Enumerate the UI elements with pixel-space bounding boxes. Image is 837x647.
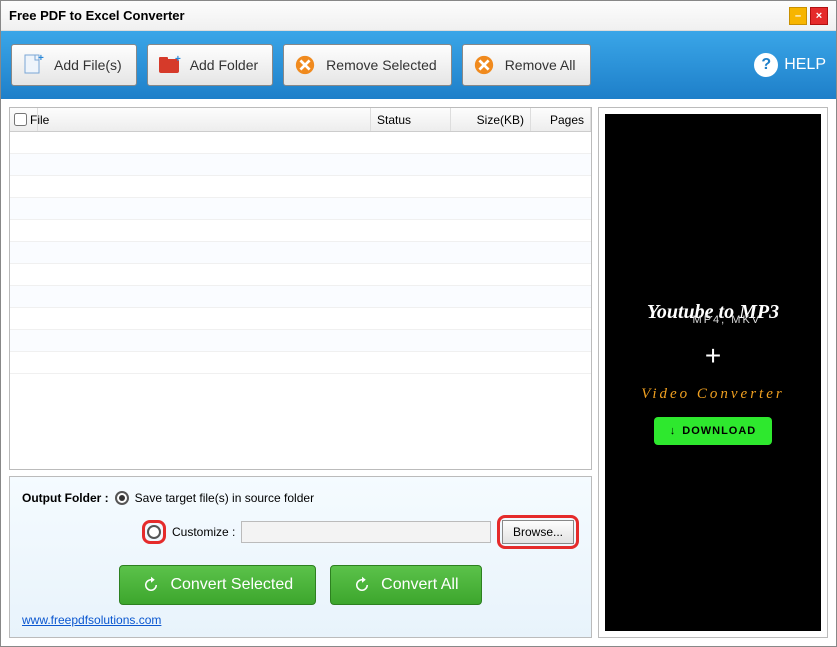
website-link[interactable]: www.freepdfsolutions.com xyxy=(22,613,161,627)
column-status[interactable]: Status xyxy=(371,108,451,131)
ad-download-label: DOWNLOAD xyxy=(682,425,756,437)
column-file-spacer[interactable] xyxy=(38,108,371,131)
toolbar: + Add File(s) + Add Folder Remove Select… xyxy=(1,31,836,99)
convert-all-button[interactable]: Convert All xyxy=(330,565,481,605)
column-size[interactable]: Size(KB) xyxy=(451,108,531,131)
table-row xyxy=(10,154,591,176)
convert-row: Convert Selected Convert All xyxy=(22,565,579,605)
browse-button[interactable]: Browse... xyxy=(502,520,574,544)
remove-all-icon xyxy=(471,52,497,78)
column-pages[interactable]: Pages xyxy=(531,108,591,131)
table-row xyxy=(10,330,591,352)
grid-header: File Status Size(KB) Pages xyxy=(10,108,591,132)
highlight-ring-radio xyxy=(142,520,166,544)
file-grid: File Status Size(KB) Pages xyxy=(9,107,592,470)
table-row xyxy=(10,220,591,242)
file-add-icon: + xyxy=(20,52,46,78)
radio-save-source[interactable] xyxy=(115,491,129,505)
output-folder-label: Output Folder : xyxy=(22,491,109,505)
ad-download-button[interactable]: ↓ DOWNLOAD xyxy=(654,417,773,445)
save-source-label: Save target file(s) in source folder xyxy=(135,491,314,505)
grid-body[interactable] xyxy=(10,132,591,469)
select-all-checkbox[interactable] xyxy=(14,113,27,126)
ad-content[interactable]: Youtube to MP3 MP4, MKV + Video Converte… xyxy=(605,114,821,631)
remove-all-button[interactable]: Remove All xyxy=(462,44,591,86)
convert-selected-label: Convert Selected xyxy=(170,576,293,594)
ad-videoconv: Video Converter xyxy=(641,386,784,403)
table-row xyxy=(10,286,591,308)
window-title: Free PDF to Excel Converter xyxy=(9,8,786,23)
output-panel: Output Folder : Save target file(s) in s… xyxy=(9,476,592,638)
output-folder-row: Output Folder : Save target file(s) in s… xyxy=(22,491,579,505)
app-window: Free PDF to Excel Converter – × + Add Fi… xyxy=(0,0,837,647)
help-button[interactable]: ? HELP xyxy=(754,53,826,77)
content-area: File Status Size(KB) Pages xyxy=(1,99,836,646)
table-row xyxy=(10,352,591,374)
close-button[interactable]: × xyxy=(810,7,828,25)
remove-all-label: Remove All xyxy=(505,57,576,73)
folder-add-icon: + xyxy=(156,52,182,78)
remove-selected-label: Remove Selected xyxy=(326,57,437,73)
minimize-button[interactable]: – xyxy=(789,7,807,25)
table-row xyxy=(10,132,591,154)
titlebar: Free PDF to Excel Converter – × xyxy=(1,1,836,31)
table-row xyxy=(10,176,591,198)
ad-panel: Youtube to MP3 MP4, MKV + Video Converte… xyxy=(598,107,828,638)
convert-all-label: Convert All xyxy=(381,576,458,594)
left-pane: File Status Size(KB) Pages xyxy=(9,107,592,638)
help-icon: ? xyxy=(754,53,778,77)
add-files-label: Add File(s) xyxy=(54,57,122,73)
radio-customize[interactable] xyxy=(147,525,161,539)
plus-icon: + xyxy=(705,340,721,372)
column-checkbox[interactable]: File xyxy=(10,108,38,131)
add-folder-label: Add Folder xyxy=(190,57,258,73)
add-files-button[interactable]: + Add File(s) xyxy=(11,44,137,86)
refresh-icon xyxy=(353,576,371,594)
svg-text:+: + xyxy=(38,53,44,64)
table-row xyxy=(10,242,591,264)
remove-selected-button[interactable]: Remove Selected xyxy=(283,44,452,86)
customize-row: Customize : Browse... xyxy=(142,515,579,549)
output-path-input[interactable] xyxy=(241,521,491,543)
help-label: HELP xyxy=(784,56,826,74)
refresh-icon xyxy=(142,576,160,594)
table-row xyxy=(10,264,591,286)
add-folder-button[interactable]: + Add Folder xyxy=(147,44,273,86)
remove-icon xyxy=(292,52,318,78)
ad-subtitle: MP4, MKV xyxy=(693,314,762,326)
convert-selected-button[interactable]: Convert Selected xyxy=(119,565,316,605)
highlight-ring-browse: Browse... xyxy=(497,515,579,549)
table-row xyxy=(10,308,591,330)
customize-label: Customize : xyxy=(172,525,235,539)
table-row xyxy=(10,198,591,220)
download-arrow-icon: ↓ xyxy=(670,425,677,437)
svg-text:+: + xyxy=(175,54,181,65)
